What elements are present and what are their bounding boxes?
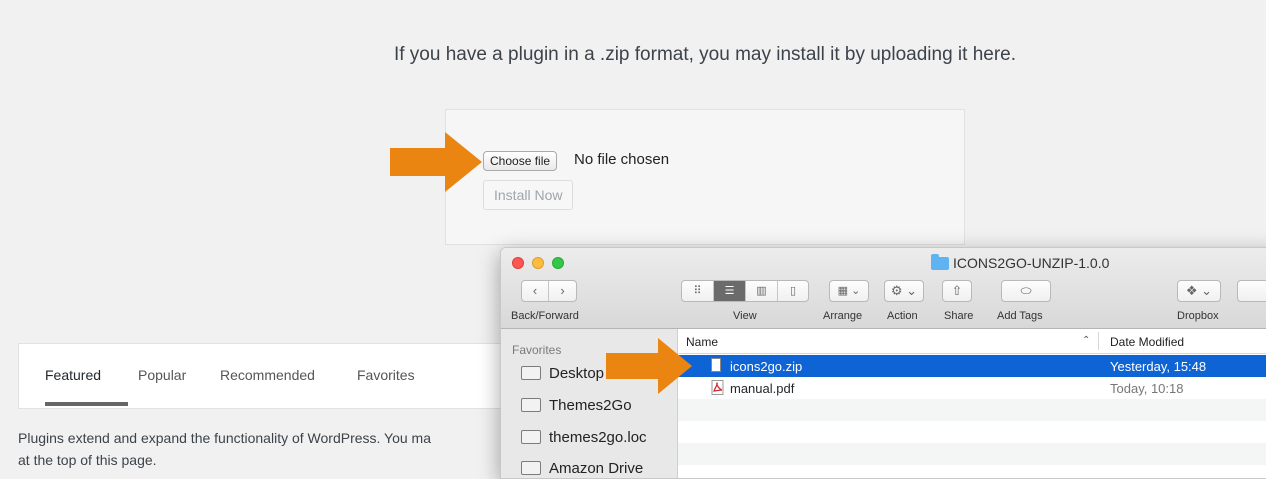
folder-icon [521, 430, 541, 444]
empty-row [678, 443, 1266, 465]
date-modified-column-header[interactable]: Date Modified [1110, 335, 1184, 349]
tab-recommended[interactable]: Recommended [220, 367, 315, 383]
icon-view-icon[interactable]: ⠿ [682, 281, 714, 301]
sort-ascending-icon: ⌃ [1082, 335, 1091, 346]
add-tags-button[interactable]: ⬭ [1001, 280, 1051, 302]
view-control: ⠿ ☰ ▥ ▯ [681, 280, 809, 302]
back-icon[interactable]: ‹ [522, 281, 549, 301]
back-forward-control: ‹ › [521, 280, 577, 302]
dropbox-icon: ❖ ⌄ [1185, 283, 1213, 298]
action-button[interactable]: ⚙ ⌄ [884, 280, 924, 302]
favorites-heading: Favorites [512, 343, 562, 357]
tab-featured[interactable]: Featured [45, 367, 101, 383]
view-label: View [733, 310, 757, 322]
tab-favorites[interactable]: Favorites [357, 367, 415, 383]
sidebar-item-themes2go-loc[interactable]: themes2go.loc [521, 429, 647, 446]
sidebar-item-amazon-drive[interactable]: Amazon Drive [521, 460, 643, 477]
gear-icon: ⚙ ⌄ [890, 283, 918, 298]
upload-instruction: If you have a plugin in a .zip format, y… [393, 44, 1017, 65]
minimize-window-button[interactable] [532, 257, 544, 269]
sidebar-item-label: Themes2Go [549, 397, 632, 414]
folder-icon [521, 461, 541, 475]
sidebar-item-label: Amazon Drive [549, 460, 644, 477]
list-view-icon[interactable]: ☰ [714, 281, 746, 301]
dropbox-label: Dropbox [1177, 310, 1219, 322]
finder-toolbar: ICONS2GO-UNZIP-1.0.0 ‹ › Back/Forward ⠿ ☰ ▥… [501, 248, 1266, 329]
share-label: Share [944, 310, 974, 322]
file-list: Name ⌃ Date Modified icons2go.zip Yester… [678, 329, 1266, 478]
share-button[interactable]: ⇧ [942, 280, 972, 302]
add-tags-label: Add Tags [997, 310, 1043, 322]
column-view-icon[interactable]: ▥ [746, 281, 778, 301]
folder-icon [931, 254, 949, 270]
sidebar-item-desktop[interactable]: Desktop [521, 365, 604, 382]
action-label: Action [887, 310, 918, 322]
folder-icon [521, 398, 541, 412]
file-date: Yesterday, 15:48 [1110, 359, 1207, 374]
orange-arrow-icon [606, 338, 692, 394]
description-line-2: at the top of this page. [18, 452, 157, 468]
pdf-file-icon [711, 380, 724, 395]
file-row-icons2go-zip[interactable]: icons2go.zip Yesterday, 15:48 [678, 355, 1266, 377]
description-line-1: Plugins extend and expand the functional… [18, 430, 432, 446]
window-title-text: ICONS2GO-UNZIP-1.0.0 [953, 255, 1110, 271]
file-name: manual.pdf [730, 381, 795, 396]
active-tab-indicator [45, 402, 128, 406]
tag-icon: ⬭ [1020, 283, 1032, 298]
file-row-manual-pdf[interactable]: manual.pdf Today, 10:18 [678, 377, 1266, 399]
zip-file-icon [711, 358, 721, 372]
zoom-window-button[interactable] [552, 257, 564, 269]
orange-arrow-icon [390, 132, 482, 192]
close-window-button[interactable] [512, 257, 524, 269]
column-header: Name ⌃ Date Modified [678, 329, 1266, 354]
plugin-filter-tabs: Featured Popular Recommended Favorites [18, 343, 518, 409]
back-forward-label: Back/Forward [511, 310, 579, 322]
sidebar-item-label: themes2go.loc [549, 429, 647, 446]
upload-form: Choose file No file chosen Install Now [445, 109, 965, 245]
arrange-button[interactable]: ▦ ⌄ [829, 280, 869, 302]
sidebar-item-themes2go[interactable]: Themes2Go [521, 397, 632, 414]
file-name: icons2go.zip [730, 359, 803, 374]
dropbox-button[interactable]: ❖ ⌄ [1177, 280, 1221, 302]
sidebar-item-label: Desktop [549, 365, 605, 382]
forward-icon[interactable]: › [549, 281, 576, 301]
desktop-folder-icon [521, 366, 541, 380]
cover-flow-icon[interactable]: ▯ [778, 281, 808, 301]
tab-popular[interactable]: Popular [138, 367, 186, 383]
empty-row [678, 399, 1266, 421]
share-icon: ⇧ [951, 283, 963, 298]
install-now-button[interactable]: Install Now [483, 180, 574, 210]
arrange-icon: ▦ ⌄ [837, 285, 861, 297]
column-divider[interactable] [1098, 332, 1099, 350]
arrange-label: Arrange [823, 310, 863, 322]
plugins-description: Plugins extend and expand the functional… [18, 427, 431, 471]
file-date: Today, 10:18 [1110, 381, 1184, 396]
window-title: ICONS2GO-UNZIP-1.0.0 [931, 254, 1110, 271]
search-field[interactable] [1237, 280, 1266, 302]
no-file-chosen-text: No file chosen [574, 151, 670, 168]
choose-file-button[interactable]: Choose file [483, 151, 558, 171]
